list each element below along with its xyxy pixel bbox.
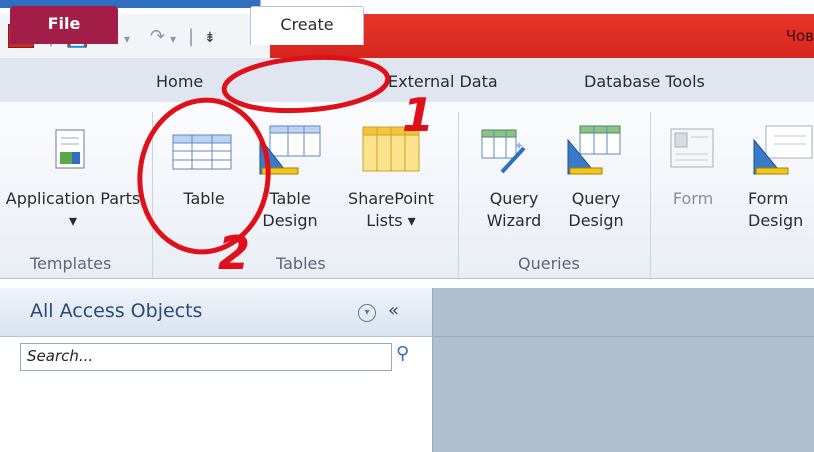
annotation-overlay bbox=[137, 54, 391, 255]
annotation-circle-create bbox=[221, 54, 391, 114]
annotation-number-2: 2 bbox=[218, 226, 251, 280]
annotation-circle-table bbox=[137, 97, 271, 255]
annotation-number-1: 1 bbox=[402, 88, 435, 142]
